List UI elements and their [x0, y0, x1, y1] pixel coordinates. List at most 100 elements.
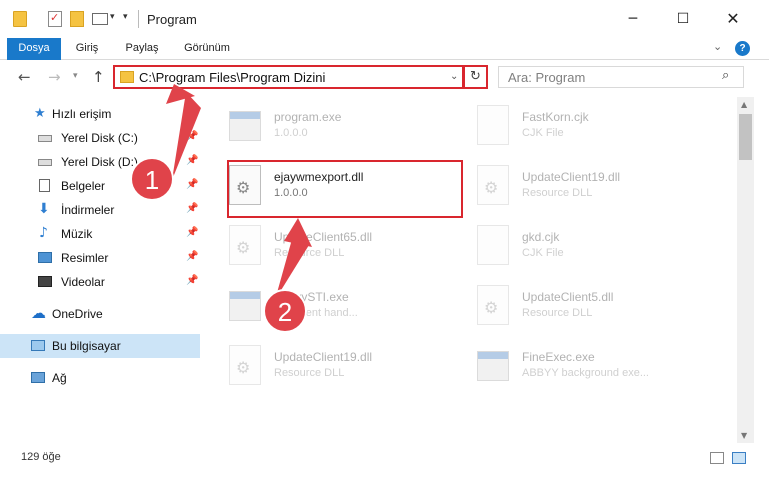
pin-icon[interactable]: 📌 [186, 179, 198, 190]
file-item[interactable]: AbbyySTI.exe STI event hand... [205, 281, 445, 333]
file-name: AbbyySTI.exe [274, 290, 349, 304]
help-icon[interactable]: ? [735, 41, 750, 56]
computer-icon [31, 340, 45, 351]
pin-icon[interactable]: 📌 [186, 155, 198, 166]
tab-file[interactable]: Dosya [7, 38, 61, 60]
large-icons-view-icon[interactable] [732, 452, 746, 464]
document-icon [39, 179, 50, 192]
sidebar-item-downloads[interactable]: ⬇ İndirmeler 📌 [0, 198, 200, 222]
file-description: 1.0.0.0 [274, 127, 308, 139]
chevron-down-icon[interactable]: ⌄ [450, 71, 458, 82]
pin-icon[interactable]: 📌 [186, 131, 198, 142]
view-options-icon[interactable] [92, 13, 108, 25]
sidebar-item-label: Belgeler [61, 179, 106, 193]
music-icon: ♪ [39, 225, 48, 241]
dll-file-icon: ⚙ [229, 345, 261, 385]
pictures-icon [38, 252, 52, 263]
maximize-button[interactable]: ☐ [660, 0, 706, 38]
folder-icon [13, 11, 27, 27]
file-name: UpdateClient19.dll [274, 350, 373, 364]
address-path[interactable]: C:\Program Files\Program Dizini [139, 70, 325, 85]
tab-view[interactable]: Görünüm [174, 38, 240, 60]
close-button[interactable]: ✕ [710, 0, 756, 38]
customize-toolbar-icon[interactable]: ▾ [123, 12, 128, 22]
exe-file-icon [477, 351, 509, 381]
sidebar-item-this-pc[interactable]: Bu bilgisayar [0, 334, 200, 358]
scroll-up-icon[interactable]: ▲ [741, 100, 747, 109]
sidebar-item-label: OneDrive [52, 307, 103, 321]
sidebar-item-pictures[interactable]: Resimler 📌 [0, 246, 200, 270]
back-arrow-icon[interactable]: ← [18, 68, 31, 86]
file-item[interactable]: FineExec.exe ABBYY background exe... [453, 341, 693, 393]
expand-ribbon-icon[interactable]: ⌄ [713, 40, 722, 53]
file-item[interactable]: ⚙ UpdateClient5.dll Resource DLL [453, 281, 693, 333]
disk-icon [38, 159, 52, 166]
divider [138, 10, 139, 28]
sidebar-item-onedrive[interactable]: ☁ OneDrive [0, 302, 200, 326]
pin-icon[interactable]: 📌 [186, 203, 198, 214]
refresh-button[interactable]: ↻ [464, 65, 488, 89]
file-item[interactable]: program.exe 1.0.0.0 [205, 101, 445, 153]
pin-icon[interactable]: 📌 [186, 251, 198, 262]
sidebar-item-label: Resimler [61, 251, 109, 265]
file-item[interactable]: FastKorn.cjk CJK File [453, 101, 693, 153]
file-name: UpdateClient65.dll [274, 230, 373, 244]
sidebar-item-videos[interactable]: Videolar 📌 [0, 270, 200, 294]
sidebar-item-local-disk-d[interactable]: Yerel Disk (D:) 📌 [0, 150, 200, 174]
dll-file-icon: ⚙ [477, 285, 509, 325]
sidebar-item-music[interactable]: ♪ Müzik 📌 [0, 222, 200, 246]
file-item[interactable]: ⚙ UpdateClient65.dll Resource DLL [205, 221, 445, 273]
file-name: program.exe [274, 110, 342, 124]
file-item[interactable]: ⚙ UpdateClient19.dll Resource DLL [453, 161, 693, 213]
navigation-pane: ★ Hızlı erişim Yerel Disk (C:) 📌 Yerel D… [0, 97, 205, 442]
dll-file-icon: ⚙ [229, 225, 261, 265]
videos-icon [38, 276, 52, 287]
scroll-down-icon[interactable]: ▼ [741, 431, 747, 440]
file-item[interactable]: gkd.cjk CJK File [453, 221, 693, 273]
file-description: Resource DLL [522, 187, 593, 199]
details-view-icon[interactable] [710, 452, 724, 464]
up-arrow-icon[interactable]: ↑ [92, 68, 105, 86]
pin-icon[interactable]: 📌 [186, 275, 198, 286]
gear-icon: ⚙ [484, 178, 499, 197]
exe-file-icon [229, 291, 261, 321]
vertical-scrollbar[interactable]: ▲ ▼ [737, 97, 754, 443]
search-input[interactable]: Ara: Program ⌕ [498, 66, 744, 88]
sidebar-item-local-disk-c[interactable]: Yerel Disk (C:) 📌 [0, 126, 200, 150]
status-bar: 129 öğe [0, 448, 769, 468]
exe-file-icon [229, 111, 261, 141]
sidebar-item-label: Bu bilgisayar [52, 339, 121, 353]
file-description: Resource DLL [522, 307, 593, 319]
file-name: UpdateClient5.dll [522, 290, 614, 304]
network-icon [31, 372, 45, 383]
title-bar: ▾ ▾ Program ─ ☐ ✕ [0, 0, 769, 38]
sidebar-item-network[interactable]: Ağ [0, 366, 200, 390]
file-item[interactable]: ⚙ UpdateClient19.dll Resource DLL [205, 341, 445, 393]
folder-icon [120, 71, 134, 83]
file-description: CJK File [522, 247, 564, 259]
gear-icon: ⚙ [236, 358, 251, 377]
new-folder-icon[interactable] [70, 11, 84, 27]
file-description: CJK File [522, 127, 564, 139]
tab-share[interactable]: Paylaş [118, 38, 166, 60]
sidebar-item-quick-access[interactable]: ★ Hızlı erişim [0, 102, 200, 126]
address-bar[interactable]: C:\Program Files\Program Dizini ⌄ [113, 65, 464, 89]
sidebar-item-label: Yerel Disk (C:) [61, 131, 138, 145]
file-icon [477, 225, 509, 265]
pin-icon[interactable]: 📌 [186, 227, 198, 238]
onedrive-icon: ☁ [31, 304, 46, 322]
file-description: ABBYY background exe... [522, 367, 649, 379]
file-description: Resource DLL [274, 247, 345, 259]
tab-home[interactable]: Giriş [64, 38, 110, 60]
forward-arrow-icon[interactable]: → [48, 68, 61, 86]
chevron-down-icon[interactable]: ▾ [110, 12, 115, 22]
gear-icon: ⚙ [236, 238, 251, 257]
search-icon[interactable]: ⌕ [722, 68, 729, 83]
sidebar-item-label: Yerel Disk (D:) [61, 155, 138, 169]
sidebar-item-documents[interactable]: Belgeler 📌 [0, 174, 200, 198]
recent-locations-icon[interactable]: ▾ [73, 71, 78, 81]
minimize-button[interactable]: ─ [610, 0, 656, 38]
scrollbar-thumb[interactable] [739, 114, 752, 160]
file-name: gkd.cjk [522, 230, 560, 244]
properties-icon[interactable] [48, 11, 62, 27]
